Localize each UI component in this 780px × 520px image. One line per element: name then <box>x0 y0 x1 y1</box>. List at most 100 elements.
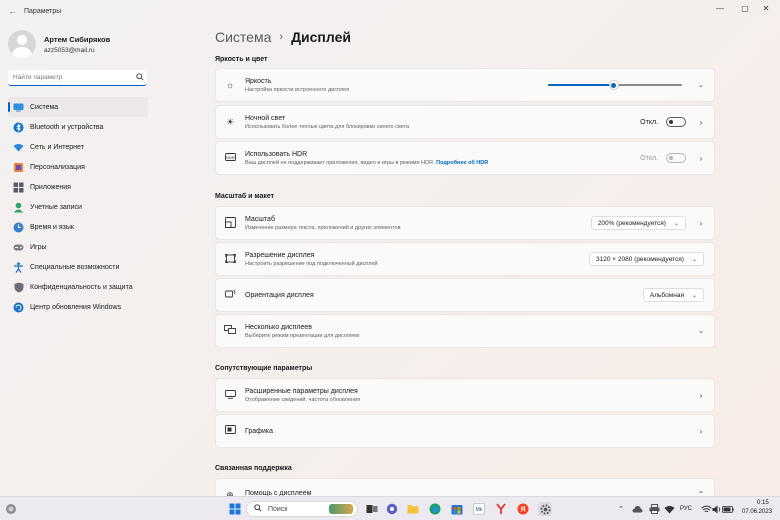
sidebar-item-accessibility[interactable]: Специальные возможности <box>8 257 148 277</box>
sidebar-item-label: Конфиденциальность и защита <box>30 283 133 291</box>
breadcrumb: Система › Дисплей <box>215 26 715 48</box>
chevron-down-icon[interactable]: ⌄ <box>696 81 706 89</box>
resolution-dropdown[interactable]: 3120 × 2080 (рекомендуется) ⌄ <box>589 252 704 266</box>
account-icon <box>13 202 24 213</box>
slider-thumb[interactable] <box>608 80 619 90</box>
sidebar-item-bluetooth[interactable]: Bluetooth и устройства <box>8 117 148 137</box>
weather-icon[interactable] <box>4 502 18 516</box>
multiple-displays-card[interactable]: Несколько дисплеев Выберите режим презен… <box>215 314 715 348</box>
section-brightness-color: Яркость и цвет <box>215 56 268 63</box>
chevron-right-icon[interactable]: › <box>696 154 706 163</box>
sidebar-item-gaming[interactable]: Игры <box>8 237 148 257</box>
hdr-card[interactable]: HDR Использовать HDR Ваш дисплей не подд… <box>215 141 715 175</box>
settings-gear-icon[interactable] <box>538 502 552 516</box>
chevron-right-icon[interactable]: › <box>696 391 706 400</box>
sidebar-item-personalization[interactable]: Персонализация <box>8 157 148 177</box>
graphics-icon <box>223 425 237 437</box>
sun-icon: ☼ <box>225 80 235 90</box>
resolution-title: Разрешение дисплея <box>245 251 315 259</box>
resolution-value: 3120 × 2080 (рекомендуется) <box>596 255 684 263</box>
scale-value: 200% (рекомендуется) <box>597 219 666 227</box>
user-profile[interactable]: Артем Сибиряков azz5053@mail.ru <box>8 30 110 58</box>
search-input[interactable]: Найти параметр <box>8 74 133 81</box>
scale-dropdown[interactable]: 200% (рекомендуется) ⌄ <box>590 216 686 230</box>
chevron-right-icon[interactable]: › <box>696 118 706 127</box>
clock-date[interactable]: 07.06.2023 <box>742 509 772 515</box>
chat-icon[interactable] <box>385 502 399 516</box>
svg-text:Я: Я <box>520 507 525 514</box>
chevron-up-icon[interactable]: ⌃ <box>614 502 628 516</box>
brightness-slider[interactable] <box>548 80 682 90</box>
printer-icon[interactable] <box>647 502 661 516</box>
chevron-down-icon: ⌄ <box>673 220 679 227</box>
close-button[interactable]: ✕ <box>752 0 780 16</box>
hdr-toggle[interactable] <box>666 153 686 163</box>
clock-time[interactable]: 0:15 <box>757 500 769 506</box>
gamepad-icon <box>13 242 24 253</box>
hdr-icon: HDR <box>223 153 237 163</box>
section-related-support: Связанная поддержка <box>215 465 292 472</box>
taskbar-search-label: Поиск <box>268 505 288 513</box>
store-icon[interactable] <box>450 502 464 516</box>
scale-desc: Изменение размера текста, приложений и д… <box>245 224 401 231</box>
chevron-down-icon[interactable]: ⌄ <box>696 327 706 335</box>
sidebar-item-label: Время и язык <box>30 223 74 231</box>
multiple-displays-desc: Выберите режим презентации для дисплеев <box>245 332 360 339</box>
resolution-card[interactable]: Разрешение дисплея Настроить разрешение … <box>215 242 715 276</box>
chevron-right-icon[interactable]: › <box>696 427 706 436</box>
advanced-display-card[interactable]: Расширенные параметры дисплея Отображени… <box>215 378 715 412</box>
edge-icon[interactable] <box>428 502 442 516</box>
onedrive-icon[interactable] <box>630 502 644 516</box>
sidebar-item-apps[interactable]: Приложения <box>8 177 148 197</box>
night-light-toggle[interactable] <box>666 117 686 127</box>
sidebar-item-network[interactable]: Сеть и Интернет <box>8 137 148 157</box>
sidebar-item-label: Система <box>30 103 59 111</box>
title-bar: ← Параметры <box>0 0 780 22</box>
resolution-desc: Настроить разрешение под подключенный ди… <box>245 260 378 267</box>
start-button[interactable] <box>228 502 242 516</box>
file-explorer-icon[interactable] <box>406 502 420 516</box>
sidebar-item-time-language[interactable]: Время и язык <box>8 217 148 237</box>
brightness-card[interactable]: ☼ Яркость Настройка яркости встроенного … <box>215 68 715 102</box>
sidebar-item-label: Учетные записи <box>30 203 82 211</box>
scale-title: Масштаб <box>245 215 275 223</box>
globe-clock-icon <box>13 222 24 233</box>
night-light-card[interactable]: ☀ Ночной свет Использовать более теплые … <box>215 105 715 139</box>
breadcrumb-parent[interactable]: Система <box>215 29 271 45</box>
sidebar-item-label: Bluetooth и устройства <box>30 123 104 131</box>
night-light-state: Откл. <box>640 118 658 126</box>
advanced-display-title: Расширенные параметры дисплея <box>245 387 358 395</box>
yandex-browser-icon[interactable] <box>494 502 508 516</box>
battery-icon[interactable] <box>721 502 735 516</box>
update-icon <box>13 302 24 313</box>
hdr-learn-more-link[interactable]: Подробнее об HDR <box>436 160 488 166</box>
minimize-button[interactable]: — <box>706 0 734 16</box>
search-box[interactable]: Найти параметр <box>8 70 147 86</box>
main-content: Система › Дисплей Яркость и цвет ☼ Яркос… <box>215 26 715 512</box>
sidebar-item-windows-update[interactable]: Центр обновления Windows <box>8 297 148 317</box>
sidebar-item-privacy[interactable]: Конфиденциальность и защита <box>8 277 148 297</box>
network-icon <box>13 142 24 153</box>
language-indicator[interactable]: РУС <box>680 506 692 512</box>
app-mw-icon[interactable]: Mk <box>472 502 486 516</box>
task-view-icon[interactable] <box>365 502 379 516</box>
sidebar-item-system[interactable]: Система <box>8 97 148 117</box>
orientation-icon <box>223 289 237 301</box>
yandex-icon[interactable]: Я <box>516 502 530 516</box>
network-status-icon[interactable] <box>662 502 676 516</box>
graphics-card[interactable]: Графика › <box>215 414 715 448</box>
orientation-title: Ориентация дисплея <box>245 291 314 299</box>
resolution-icon <box>223 253 237 265</box>
chevron-down-icon: ⌄ <box>691 256 697 263</box>
scale-card[interactable]: Масштаб Изменение размера текста, прилож… <box>215 206 715 240</box>
chevron-right-icon[interactable]: › <box>696 219 706 228</box>
sidebar-item-label: Сеть и Интернет <box>30 143 84 151</box>
sidebar-item-label: Приложения <box>30 183 71 191</box>
orientation-card[interactable]: Ориентация дисплея Альбомная ⌄ <box>215 278 715 312</box>
orientation-dropdown[interactable]: Альбомная ⌄ <box>642 288 704 302</box>
taskbar-search[interactable]: Поиск <box>246 501 358 517</box>
arrow-left-icon[interactable]: ← <box>8 6 18 16</box>
search-icon[interactable] <box>133 72 147 83</box>
sidebar-item-label: Персонализация <box>30 163 85 171</box>
sidebar-item-accounts[interactable]: Учетные записи <box>8 197 148 217</box>
